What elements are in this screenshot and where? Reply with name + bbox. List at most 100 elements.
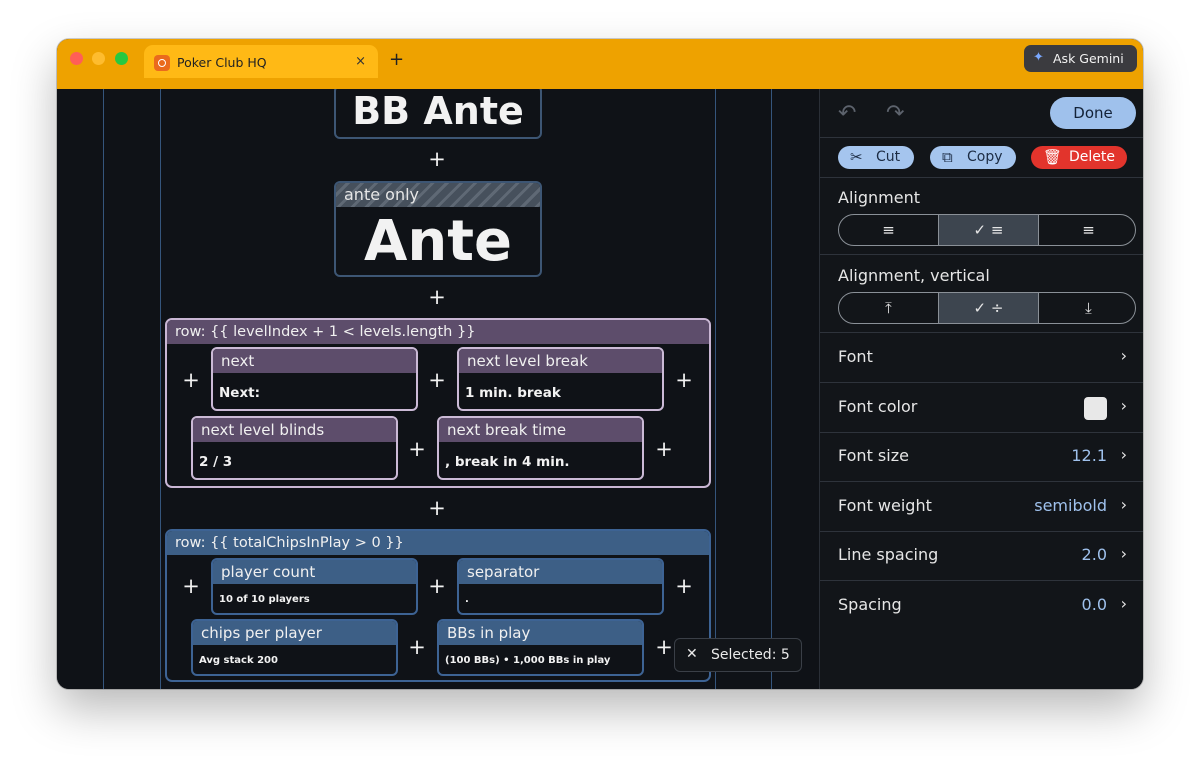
font-size-row[interactable]: Font size 12.1 › — [820, 432, 1143, 481]
design-canvas[interactable]: BB Ante 0 + ante only Ante 0 + row: {{ l… — [57, 89, 819, 689]
browser-tab[interactable]: Poker Club HQ × — [144, 45, 378, 81]
tab-title: Poker Club HQ — [177, 55, 267, 70]
cell-value: (100 BBs) • 1,000 BBs in play — [445, 655, 611, 666]
align-center-option[interactable]: ✓ ≡ — [939, 215, 1038, 245]
add-element-button[interactable]: + — [427, 498, 447, 519]
cell-value: , break in 4 min. — [445, 454, 570, 470]
align-top-icon: ⤒ — [885, 299, 892, 317]
checkmark-icon: ✓ — [973, 299, 987, 317]
chevron-right-icon: › — [1120, 495, 1127, 514]
checkmark-icon: ✓ — [973, 221, 987, 239]
align-top-option[interactable]: ⤒ — [839, 293, 938, 323]
undo-icon[interactable]: ↶ — [838, 101, 856, 126]
delete-button[interactable]: 🗑 Delete — [1031, 146, 1127, 169]
font-label: Font — [838, 347, 873, 366]
copy-icon: ⧉ — [942, 148, 953, 166]
align-middle-icon: ÷ — [990, 299, 1004, 317]
cell-value: 2 / 3 — [199, 454, 233, 470]
cell-header: next level break — [459, 349, 662, 373]
cell-value: Avg stack 200 — [199, 655, 278, 666]
divider — [820, 137, 1143, 138]
add-element-button[interactable]: + — [674, 576, 694, 597]
align-left-option[interactable]: ≡ — [839, 215, 938, 245]
font-color-row[interactable]: Font color › — [820, 383, 1143, 432]
cut-button[interactable]: ✂ Cut — [838, 146, 914, 169]
chevron-right-icon: › — [1120, 445, 1127, 464]
line-spacing-value: 2.0 — [1081, 545, 1107, 564]
add-element-button[interactable]: + — [654, 637, 674, 658]
chevron-right-icon: › — [1120, 346, 1127, 365]
font-weight-label: Font weight — [838, 496, 932, 515]
font-size-label: Font size — [838, 446, 909, 465]
cell-header: next break time — [439, 418, 642, 442]
player-count-element[interactable]: player count 10 of 10 players — [211, 558, 418, 615]
next-element[interactable]: next Next: — [211, 347, 418, 411]
delete-label: Delete — [1069, 149, 1115, 165]
row-header: row: {{ levelIndex + 1 < levels.length }… — [167, 320, 709, 344]
done-button[interactable]: Done — [1050, 97, 1136, 129]
redo-icon[interactable]: ↷ — [886, 101, 904, 126]
zoom-window-button[interactable] — [115, 52, 128, 65]
bb-ante-text: BB Ante 0 — [352, 89, 524, 137]
chips-per-player-element[interactable]: chips per player Avg stack 200 — [191, 619, 398, 676]
guide-line — [715, 89, 716, 689]
close-window-button[interactable] — [70, 52, 83, 65]
divider — [820, 254, 1143, 255]
next-break-time-element[interactable]: next break time , break in 4 min. — [437, 416, 644, 480]
align-center-icon: ≡ — [990, 221, 1004, 239]
align-right-icon: ≡ — [1082, 221, 1095, 239]
alignment-label: Alignment — [838, 188, 920, 207]
row-header: row: {{ totalChipsInPlay > 0 }} — [167, 531, 709, 555]
browser-window: Poker Club HQ × + ✦ Ask Gemini BB Ante 0… — [57, 39, 1143, 689]
new-tab-button[interactable]: + — [389, 49, 404, 70]
chevron-right-icon: › — [1120, 396, 1127, 415]
align-bottom-icon: ⤓ — [1085, 299, 1092, 317]
copy-label: Copy — [967, 149, 1003, 165]
align-middle-option[interactable]: ✓ ÷ — [939, 293, 1038, 323]
minimize-window-button[interactable] — [92, 52, 105, 65]
ante-text: Ante 0 — [364, 209, 512, 275]
vertical-alignment-segmented-control: ⤒ ✓ ÷ ⤓ — [838, 292, 1136, 324]
sparkle-icon: ✦ — [1033, 50, 1044, 65]
next-level-break-element[interactable]: next level break 1 min. break — [457, 347, 664, 411]
cell-header: separator — [459, 560, 662, 584]
align-bottom-option[interactable]: ⤓ — [1039, 293, 1135, 323]
tab-close-icon[interactable]: × — [355, 54, 366, 69]
ante-element[interactable]: ante only Ante 0 — [334, 181, 542, 277]
add-element-button[interactable]: + — [427, 370, 447, 391]
cell-header: player count — [213, 560, 416, 584]
cell-header: BBs in play — [439, 621, 642, 645]
align-right-option[interactable]: ≡ — [1039, 215, 1135, 245]
next-level-blinds-element[interactable]: next level blinds 2 / 3 — [191, 416, 398, 480]
favicon-icon — [154, 55, 170, 71]
add-element-button[interactable]: + — [427, 287, 447, 308]
line-spacing-row[interactable]: Line spacing 2.0 › — [820, 531, 1143, 580]
alignment-vertical-label: Alignment, vertical — [838, 266, 990, 285]
add-element-button[interactable]: + — [181, 370, 201, 391]
alignment-segmented-control: ≡ ✓ ≡ ≡ — [838, 214, 1136, 246]
add-element-button[interactable]: + — [407, 439, 427, 460]
font-color-swatch[interactable] — [1084, 397, 1107, 420]
font-color-label: Font color — [838, 397, 918, 416]
clear-selection-icon[interactable]: ✕ — [686, 646, 698, 662]
add-element-button[interactable]: + — [654, 439, 674, 460]
cut-label: Cut — [876, 149, 901, 165]
font-weight-row[interactable]: Font weight semibold › — [820, 482, 1143, 531]
divider — [820, 177, 1143, 178]
selection-count-label: Selected: 5 — [711, 647, 790, 663]
spacing-row[interactable]: Spacing 0.0 › — [820, 581, 1143, 630]
add-element-button[interactable]: + — [181, 576, 201, 597]
cell-value: Next: — [219, 385, 261, 401]
add-element-button[interactable]: + — [427, 149, 447, 170]
separator-element[interactable]: separator . — [457, 558, 664, 615]
copy-button[interactable]: ⧉ Copy — [930, 146, 1016, 169]
bb-ante-element[interactable]: BB Ante 0 — [334, 89, 542, 139]
add-element-button[interactable]: + — [674, 370, 694, 391]
font-row[interactable]: Font › — [820, 333, 1143, 382]
ask-gemini-button[interactable]: ✦ Ask Gemini — [1024, 45, 1137, 72]
add-element-button[interactable]: + — [407, 637, 427, 658]
bbs-in-play-element[interactable]: BBs in play (100 BBs) • 1,000 BBs in pla… — [437, 619, 644, 676]
add-element-button[interactable]: + — [427, 576, 447, 597]
cell-value: . — [465, 594, 469, 605]
guide-line — [160, 89, 161, 689]
